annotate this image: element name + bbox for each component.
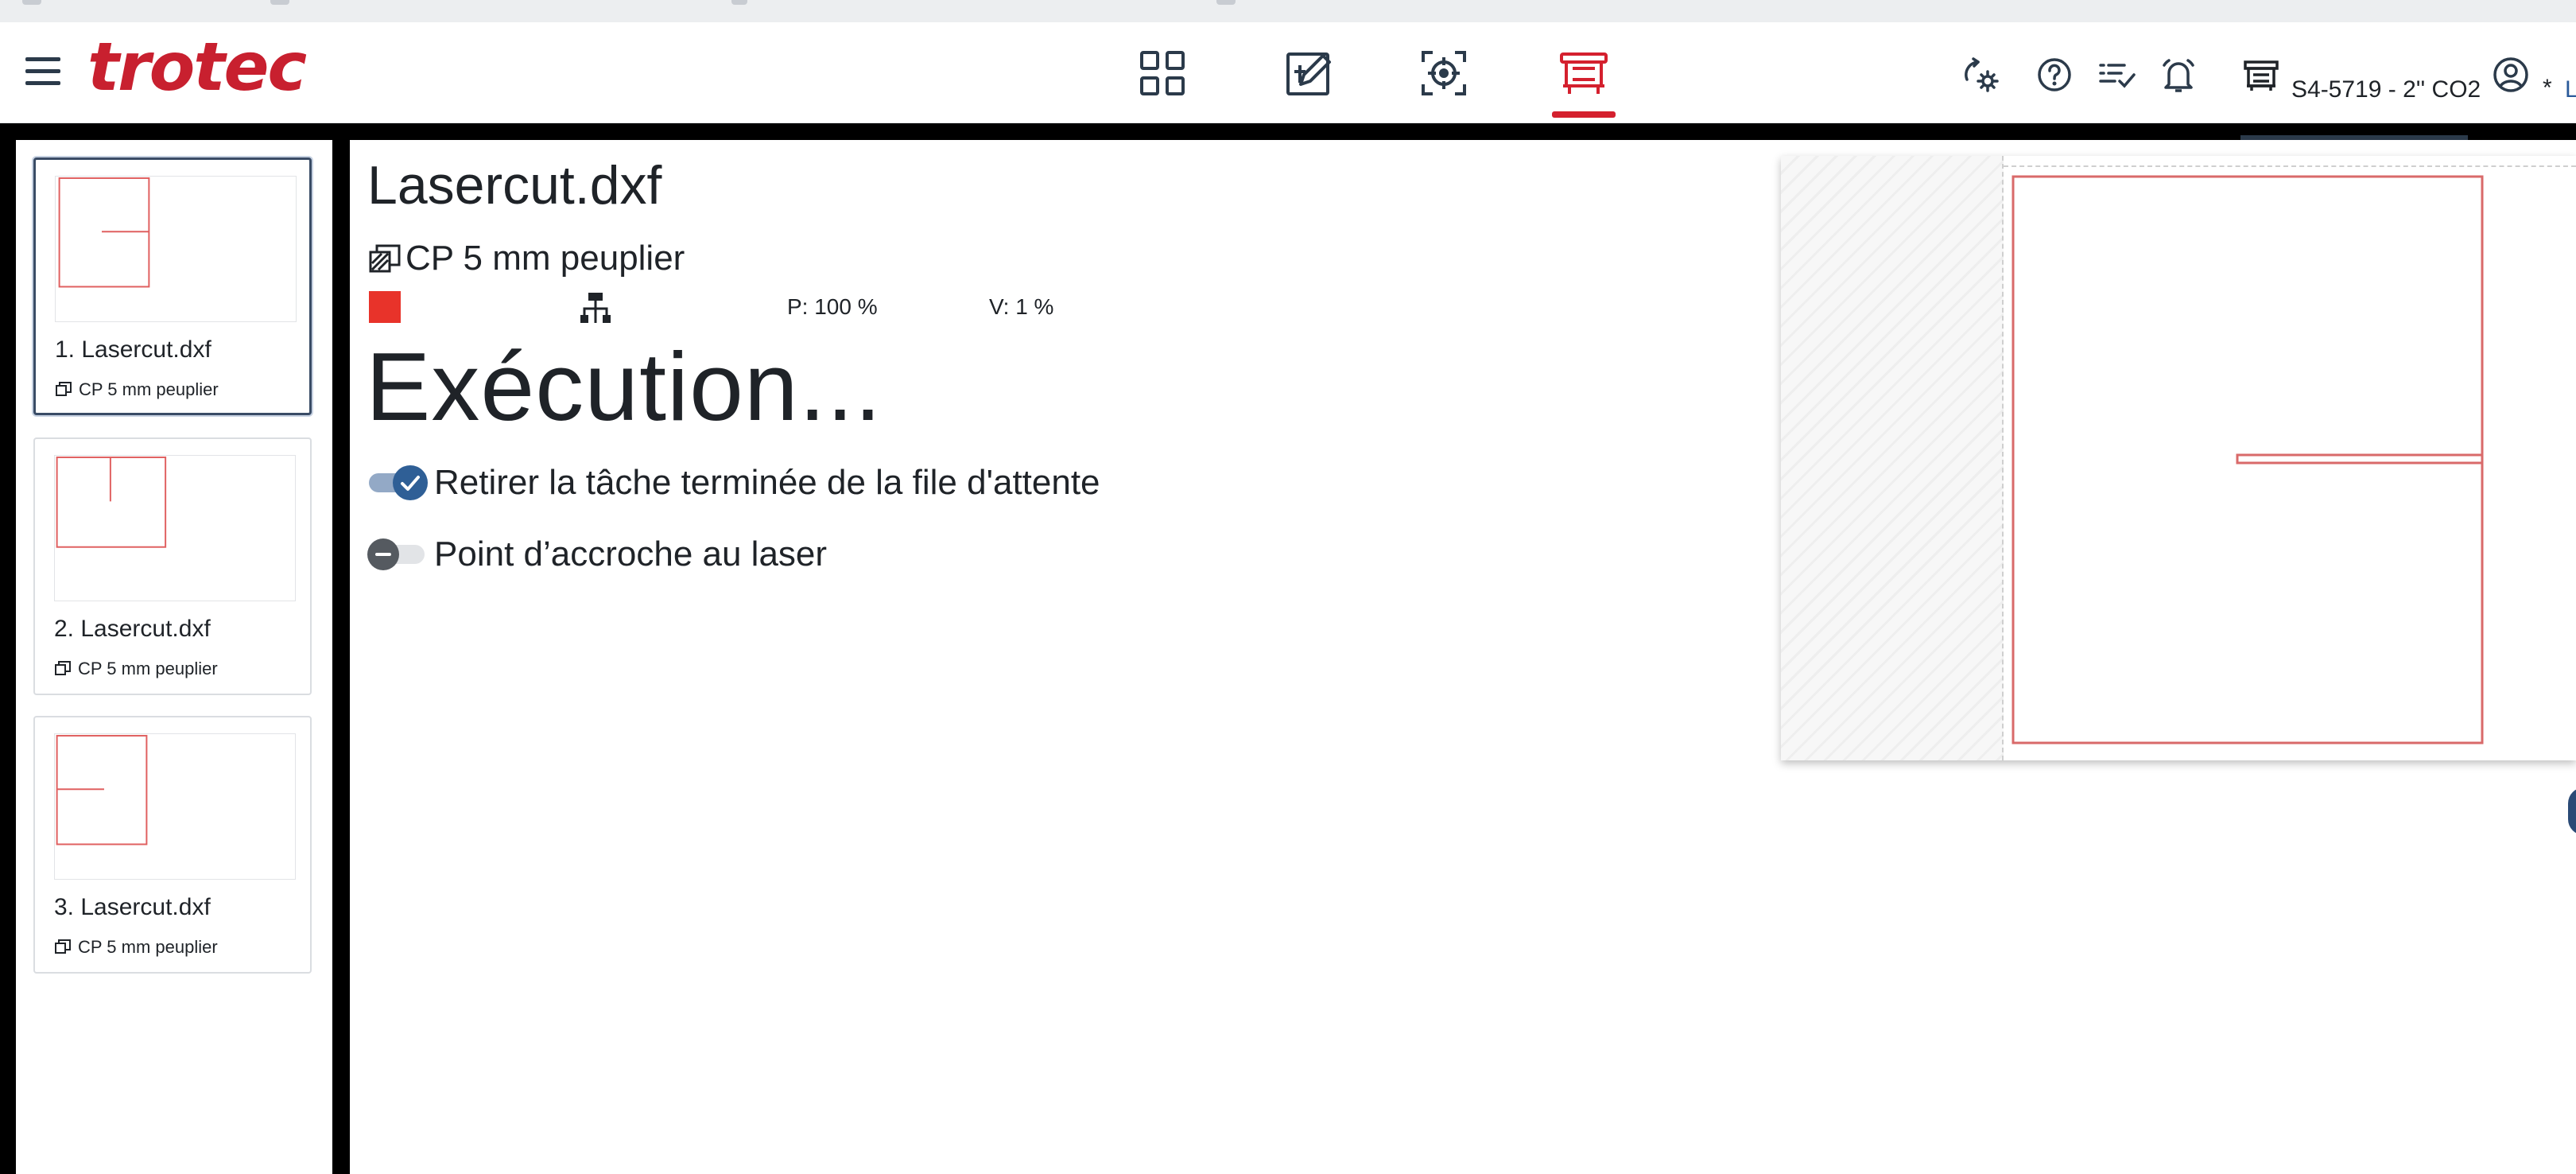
task-list-icon[interactable] bbox=[2096, 54, 2137, 95]
tab-position[interactable] bbox=[1404, 40, 1484, 107]
speed-value: V: 1 % bbox=[989, 294, 1054, 319]
job-queue-sidebar: 1. Lasercut.dxf CP 5 mm peuplier 2. Lase… bbox=[16, 140, 332, 1174]
material-icon bbox=[56, 382, 72, 396]
job-name: 1. Lasercut.dxf bbox=[55, 336, 211, 363]
job-thumbnail bbox=[54, 455, 296, 601]
tab-job-queue[interactable] bbox=[1544, 40, 1624, 107]
browser-tab-fragment bbox=[270, 0, 289, 5]
process-network-icon bbox=[580, 293, 611, 323]
job-title: Lasercut.dxf bbox=[367, 155, 662, 216]
machine-icon[interactable] bbox=[2240, 54, 2282, 95]
cut-path-preview bbox=[2012, 175, 2484, 744]
browser-tab-strip bbox=[0, 0, 2576, 22]
job-card-3[interactable]: 3. Lasercut.dxf CP 5 mm peuplier bbox=[33, 716, 312, 974]
material-row: CP 5 mm peuplier bbox=[367, 239, 685, 278]
menu-hamburger-icon[interactable] bbox=[25, 57, 60, 86]
minus-icon bbox=[367, 538, 399, 570]
browser-tab-fragment bbox=[1216, 0, 1236, 5]
job-material: CP 5 mm peuplier bbox=[54, 937, 218, 958]
active-tab-indicator bbox=[1552, 111, 1616, 118]
user-name[interactable]: L bbox=[2565, 76, 2576, 103]
laser-pointer-toggle[interactable] bbox=[367, 537, 428, 572]
material-name: CP 5 mm peuplier bbox=[405, 239, 685, 278]
remove-finished-toggle-row[interactable]: Retirer la tâche terminée de la file d'a… bbox=[367, 463, 1100, 503]
job-name: 2. Lasercut.dxf bbox=[54, 616, 211, 642]
bell-icon[interactable] bbox=[2158, 54, 2199, 95]
job-thumbnail bbox=[55, 176, 297, 322]
job-material: CP 5 mm peuplier bbox=[54, 659, 218, 679]
job-material-label: CP 5 mm peuplier bbox=[78, 937, 218, 957]
browser-tab-fragment bbox=[22, 0, 41, 5]
job-preview-canvas[interactable] bbox=[1781, 156, 2576, 760]
laser-pointer-toggle-row[interactable]: Point d’accroche au laser bbox=[367, 535, 827, 574]
job-material-label: CP 5 mm peuplier bbox=[78, 659, 218, 678]
check-icon bbox=[393, 465, 428, 500]
help-icon[interactable] bbox=[2034, 54, 2075, 95]
user-indicator: * bbox=[2543, 75, 2552, 101]
user-icon[interactable] bbox=[2490, 54, 2531, 95]
job-name: 3. Lasercut.dxf bbox=[54, 894, 211, 920]
job-material-label: CP 5 mm peuplier bbox=[79, 379, 219, 399]
sync-settings-icon[interactable] bbox=[1959, 54, 2000, 95]
edit-pen-icon bbox=[1286, 52, 1331, 95]
app-header: trotec S4-5719 - 2'' CO2 * L bbox=[0, 22, 2576, 142]
material-icon bbox=[55, 939, 71, 954]
grid-icon bbox=[1140, 51, 1185, 95]
power-value: P: 100 % bbox=[787, 294, 878, 319]
laser-pointer-label: Point d’accroche au laser bbox=[434, 535, 828, 573]
laser-machine-icon bbox=[1560, 52, 1608, 94]
job-card-2[interactable]: 2. Lasercut.dxf CP 5 mm peuplier bbox=[33, 437, 312, 695]
tab-design[interactable] bbox=[1269, 40, 1348, 107]
browser-tab-fragment bbox=[731, 0, 747, 5]
trotec-logo: trotec bbox=[87, 28, 307, 106]
remove-finished-toggle[interactable] bbox=[367, 465, 428, 500]
tab-dashboard[interactable] bbox=[1123, 40, 1202, 107]
execution-status: Exécution... bbox=[366, 332, 883, 441]
job-thumbnail bbox=[54, 733, 296, 880]
material-icon bbox=[55, 661, 71, 675]
material-icon bbox=[369, 244, 401, 273]
layer-color-swatch bbox=[369, 291, 401, 323]
remove-finished-label: Retirer la tâche terminée de la file d'a… bbox=[434, 463, 1100, 502]
crosshair-target-icon bbox=[1422, 51, 1466, 95]
job-material: CP 5 mm peuplier bbox=[55, 379, 219, 400]
job-card-1[interactable]: 1. Lasercut.dxf CP 5 mm peuplier bbox=[33, 157, 312, 415]
machine-name[interactable]: S4-5719 - 2'' CO2 bbox=[2291, 76, 2481, 103]
